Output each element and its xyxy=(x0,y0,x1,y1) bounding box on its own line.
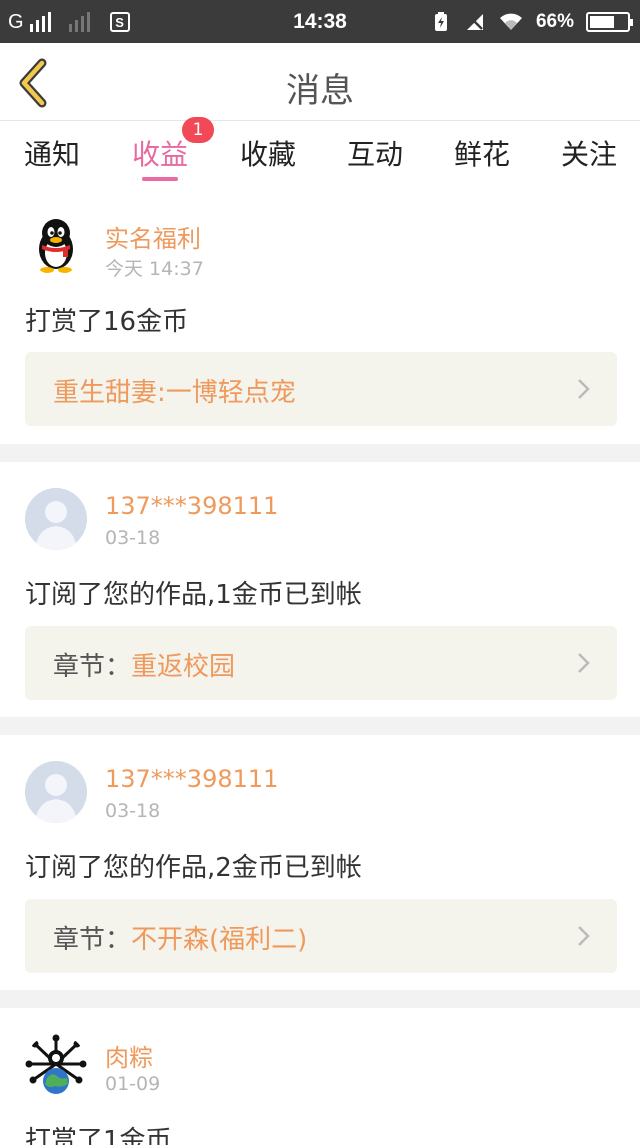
message-card: 137***398111 03-18 订阅了您的作品,1金币已到帐 章节：重返校… xyxy=(0,462,640,717)
chevron-right-icon xyxy=(578,653,590,673)
tab-favorites[interactable]: 收藏 xyxy=(240,133,296,173)
tab-bar: 通知 收益 1 收藏 互动 鲜花 关注 xyxy=(0,117,640,191)
message-card: 137***398111 03-18 订阅了您的作品,2金币已到帐 章节：不开森… xyxy=(0,735,640,990)
active-tab-indicator xyxy=(142,177,178,181)
divider xyxy=(0,990,640,1008)
tab-follow[interactable]: 关注 xyxy=(561,133,617,173)
unread-badge: 1 xyxy=(182,117,214,143)
tab-earnings[interactable]: 收益 xyxy=(132,133,188,173)
message-time: 03-18 xyxy=(105,800,161,822)
divider xyxy=(0,444,640,462)
link-title: 章节：重返校园 xyxy=(53,652,236,682)
app-header: 消息 xyxy=(0,43,640,121)
message-text: 打赏了16金币 xyxy=(25,307,189,337)
message-time: 01-09 xyxy=(105,1073,161,1095)
globe-avatar[interactable] xyxy=(25,1034,87,1096)
chapter-link[interactable]: 章节：重返校园 xyxy=(25,626,617,700)
message-card: 肉粽 01-09 打赏了1金币 xyxy=(0,1008,640,1145)
battery-percent: 66% xyxy=(535,11,574,32)
message-text: 订阅了您的作品,1金币已到帐 xyxy=(25,580,362,610)
chevron-right-icon xyxy=(578,379,590,399)
sender-name[interactable]: 肉粽 xyxy=(105,1038,153,1073)
divider xyxy=(0,717,640,735)
tab-notification[interactable]: 通知 xyxy=(24,133,80,173)
page-title: 消息 xyxy=(286,71,354,111)
default-user-avatar[interactable] xyxy=(25,488,87,550)
chapter-link[interactable]: 章节：不开森(福利二) xyxy=(25,899,617,973)
charging-icon xyxy=(434,12,447,31)
tab-interaction[interactable]: 互动 xyxy=(347,133,403,173)
wifi-icon xyxy=(499,13,522,30)
link-title: 重生甜妻:一博轻点宠 xyxy=(53,378,296,408)
work-link[interactable]: 重生甜妻:一博轻点宠 xyxy=(25,352,617,426)
sender-name[interactable]: 137***398111 xyxy=(105,492,278,520)
sender-name[interactable]: 实名福利 xyxy=(105,219,201,254)
battery-fill xyxy=(590,16,614,28)
tab-flowers[interactable]: 鲜花 xyxy=(454,133,510,173)
default-user-avatar[interactable] xyxy=(25,761,87,823)
message-time: 今天 14:37 xyxy=(105,258,204,280)
message-card: 实名福利 今天 14:37 打赏了16金币 重生甜妻:一博轻点宠 xyxy=(0,191,640,444)
qq-penguin-avatar[interactable] xyxy=(25,213,87,275)
status-bar: G S 14:38 66% xyxy=(0,0,640,43)
chevron-right-icon xyxy=(578,926,590,946)
message-time: 03-18 xyxy=(105,527,161,549)
message-text: 打赏了1金币 xyxy=(25,1126,172,1145)
message-text: 订阅了您的作品,2金币已到帐 xyxy=(25,853,362,883)
sender-name[interactable]: 137***398111 xyxy=(105,765,278,793)
link-title: 章节：不开森(福利二) xyxy=(53,925,308,955)
battery-icon xyxy=(586,12,633,32)
mute-icon xyxy=(466,14,483,30)
